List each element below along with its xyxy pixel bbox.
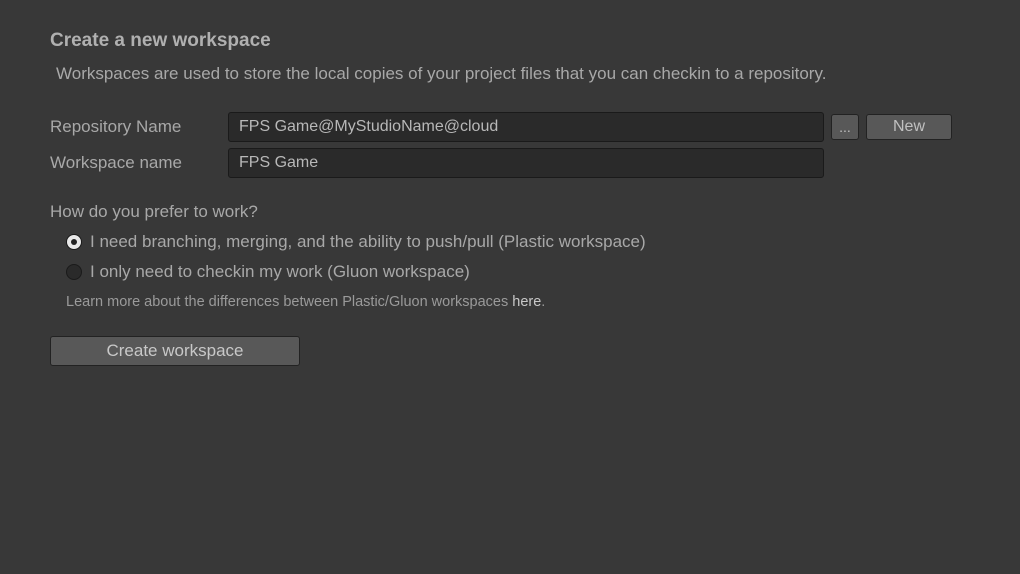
create-workspace-button[interactable]: Create workspace <box>50 336 300 366</box>
learn-more-prefix: Learn more about the differences between… <box>66 294 512 310</box>
learn-more-text: Learn more about the differences between… <box>66 294 970 310</box>
learn-more-link[interactable]: here <box>512 294 541 310</box>
repository-field-row: Repository Name ... New <box>50 112 970 142</box>
page-description: Workspaces are used to store the local c… <box>56 64 970 84</box>
learn-more-suffix: . <box>541 294 545 310</box>
workspace-name-input[interactable] <box>228 148 824 178</box>
radio-label: I need branching, merging, and the abili… <box>90 232 646 252</box>
radio-icon <box>66 234 82 250</box>
radio-option-plastic[interactable]: I need branching, merging, and the abili… <box>66 232 970 252</box>
radio-icon <box>66 264 82 280</box>
page-title: Create a new workspace <box>50 30 970 52</box>
work-preference-question: How do you prefer to work? <box>50 202 970 222</box>
radio-option-gluon[interactable]: I only need to checkin my work (Gluon wo… <box>66 262 970 282</box>
repository-label: Repository Name <box>50 117 228 137</box>
workspace-field-row: Workspace name <box>50 148 970 178</box>
radio-label: I only need to checkin my work (Gluon wo… <box>90 262 470 282</box>
new-repository-button[interactable]: New <box>866 114 952 140</box>
browse-repository-button[interactable]: ... <box>831 114 859 140</box>
workspace-label: Workspace name <box>50 153 228 173</box>
repository-name-input[interactable] <box>228 112 824 142</box>
